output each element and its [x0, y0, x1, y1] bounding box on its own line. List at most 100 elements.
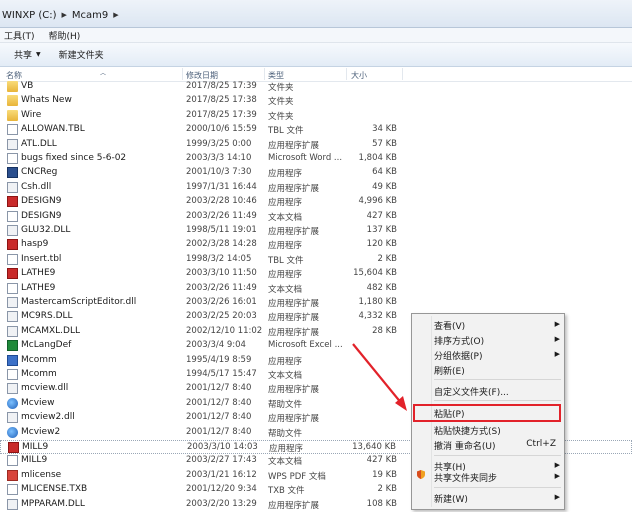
file-size: 482 KB	[366, 282, 397, 293]
menu-item-shortcut: Ctrl+Z	[526, 439, 556, 449]
column-divider[interactable]	[402, 68, 403, 80]
table-row[interactable]: bugs fixed since 5-6-02 2003/3/3 14:10 Mic…	[0, 152, 632, 166]
submenu-arrow-icon: ▶	[554, 350, 560, 358]
file-size: 64 KB	[372, 167, 397, 178]
table-row[interactable]: LATHE9 2003/3/10 11:50 应用程序 15,604 KB	[0, 267, 632, 281]
breadcrumb-drive[interactable]: WINXP (C:)	[2, 10, 57, 21]
file-date: 1994/5/17 15:47	[186, 369, 257, 379]
menu-bar: 工具(T) 帮助(H)	[0, 28, 632, 43]
dll-icon	[7, 181, 18, 193]
file-name: bugs fixed since 5-6-02	[21, 153, 127, 163]
menu-item-paste-shortcut[interactable]: 粘贴快捷方式(S)	[434, 423, 562, 437]
table-row[interactable]: ALLOWAN.TBL 2000/10/6 15:59 TBL 文件 34 KB	[0, 123, 632, 137]
table-row[interactable]: CNCReg 2001/10/3 7:30 应用程序 64 KB	[0, 166, 632, 180]
file-type: 文件夹	[268, 111, 294, 122]
new-folder-button[interactable]: 新建文件夹	[59, 48, 104, 61]
wps-icon	[7, 469, 18, 481]
table-row[interactable]: Insert.tbl 1998/3/2 14:05 TBL 文件 2 KB	[0, 253, 632, 267]
file-size: 1,804 KB	[358, 153, 397, 163]
table-row[interactable]: GLU32.DLL 1998/5/11 19:01 应用程序扩展 137 KB	[0, 224, 632, 238]
chevron-right-icon[interactable]: ▶	[113, 11, 118, 19]
table-row[interactable]: ATL.DLL 1999/3/25 0:00 应用程序扩展 57 KB	[0, 138, 632, 152]
table-row[interactable]: DESIGN9 2003/2/26 11:49 文本文档 427 KB	[0, 210, 632, 224]
file-size: 4,332 KB	[358, 311, 397, 322]
file-size: 4,996 KB	[358, 196, 397, 207]
table-row[interactable]: Whats New 2017/8/25 17:38 文件夹	[0, 94, 632, 108]
menu-item-view[interactable]: 查看(V) ▶	[434, 318, 562, 332]
file-date: 1997/1/31 16:44	[186, 181, 257, 192]
file-type: 文本文档	[268, 371, 303, 381]
file-size: 2 KB	[377, 253, 397, 264]
file-name: LATHE9	[21, 282, 56, 293]
chevron-right-icon[interactable]: ▶	[62, 11, 67, 19]
address-bar[interactable]: WINXP (C:) ▶ Mcam9 ▶	[0, 0, 632, 28]
file-name: MPPARAM.DLL	[21, 498, 85, 509]
table-row[interactable]: DESIGN9 2003/2/28 10:46 应用程序 4,996 KB	[0, 195, 632, 209]
file-size: 120 KB	[366, 239, 397, 250]
file-type: 应用程序	[268, 198, 303, 209]
menu-item-label: 共享文件夹同步	[434, 474, 498, 484]
file-type: 应用程序扩展	[268, 385, 320, 396]
submenu-arrow-icon: ▶	[554, 493, 560, 501]
doc-icon	[7, 369, 18, 380]
file-size: 1,180 KB	[358, 297, 397, 307]
table-row[interactable]: VB 2017/8/25 17:39 文件夹	[0, 80, 632, 94]
file-date: 1998/5/11 19:01	[186, 225, 257, 235]
file-name: MLICENSE.TXB	[21, 484, 88, 495]
file-type: TBL 文件	[268, 126, 304, 137]
file-date: 2003/2/27 17:43	[186, 455, 257, 466]
menu-item-sort[interactable]: 排序方式(O) ▶	[434, 333, 562, 347]
table-row[interactable]: Wire 2017/8/25 17:39 文件夹	[0, 109, 632, 123]
column-divider[interactable]	[346, 68, 347, 80]
dll-icon	[7, 383, 18, 395]
doc-icon	[7, 282, 18, 294]
file-date: 2003/2/28 10:46	[186, 196, 257, 207]
file-type: 应用程序扩展	[268, 299, 320, 309]
menu-item-undo-rename[interactable]: 撤消 重命名(U) Ctrl+Z	[434, 438, 562, 452]
menu-tools[interactable]: 工具(T)	[4, 29, 35, 42]
doc-icon	[7, 253, 18, 265]
file-date: 2001/12/20 9:34	[186, 484, 257, 495]
breadcrumb-folder[interactable]: Mcam9	[72, 10, 108, 21]
share-button[interactable]: 共享 ▼	[14, 48, 41, 61]
file-date: 2001/10/3 7:30	[186, 167, 252, 178]
menu-item-new[interactable]: 新建(W) ▶	[434, 491, 562, 505]
table-row[interactable]: LATHE9 2003/2/26 11:49 文本文档 482 KB	[0, 282, 632, 296]
column-divider[interactable]	[182, 68, 183, 80]
file-type: 文本文档	[268, 457, 303, 468]
dll-icon	[7, 412, 18, 424]
file-size: 108 KB	[366, 498, 397, 509]
file-date: 2003/2/26 16:01	[186, 297, 257, 307]
menu-item-customize[interactable]: 自定义文件夹(F)...	[434, 384, 562, 398]
menu-item-label: 分组依据(P)	[434, 352, 483, 362]
file-type: 应用程序扩展	[268, 500, 320, 511]
file-type: 文本文档	[268, 284, 303, 295]
red-icon	[7, 196, 18, 208]
menu-item-label: 新建(W)	[434, 495, 468, 505]
file-size: 19 KB	[372, 469, 397, 480]
menu-item-refresh[interactable]: 刷新(E)	[434, 363, 562, 377]
table-row[interactable]: Csh.dll 1997/1/31 16:44 应用程序扩展 49 KB	[0, 181, 632, 195]
file-size: 57 KB	[372, 138, 397, 149]
globe-icon	[7, 426, 18, 438]
file-type: Microsoft Excel ...	[268, 340, 343, 351]
menu-help[interactable]: 帮助(H)	[49, 29, 81, 42]
submenu-arrow-icon: ▶	[554, 461, 560, 469]
file-name: Mcomm	[21, 369, 57, 379]
new-folder-label: 新建文件夹	[58, 51, 104, 61]
file-date: 2002/3/28 14:28	[186, 239, 257, 250]
submenu-arrow-icon: ▶	[554, 472, 560, 480]
file-name: MCAMXL.DLL	[21, 325, 80, 336]
doc-icon	[7, 484, 18, 496]
table-row[interactable]: MastercamScriptEditor.dll 2003/2/26 16:01…	[0, 296, 632, 310]
file-name: Mcview	[21, 397, 55, 408]
file-date: 2001/12/7 8:40	[186, 397, 252, 408]
menu-item-share-sync[interactable]: 共享文件夹同步 ▶	[434, 470, 562, 484]
menu-item-group[interactable]: 分组依据(P) ▶	[434, 348, 562, 362]
file-size: 427 KB	[366, 455, 397, 466]
menu-divider	[434, 487, 561, 488]
column-divider[interactable]	[264, 68, 265, 80]
table-row[interactable]: hasp9 2002/3/28 14:28 应用程序 120 KB	[0, 238, 632, 252]
file-type: TXB 文件	[268, 486, 305, 497]
file-name: Mcomm	[21, 354, 57, 365]
